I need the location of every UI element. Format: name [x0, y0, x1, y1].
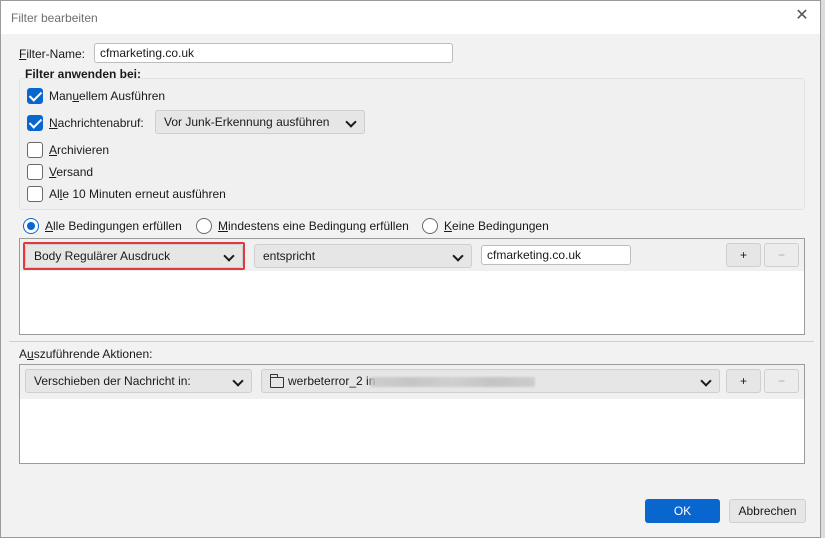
- match-any-label: Mindestens eine Bedingung erfüllen: [218, 219, 409, 233]
- action-type-value: Verschieben der Nachricht in:: [34, 374, 191, 388]
- manual-checkbox[interactable]: [27, 88, 43, 104]
- add-condition-button[interactable]: +: [726, 243, 761, 267]
- fetch-checkbox[interactable]: [27, 115, 43, 131]
- action-type-select[interactable]: Verschieben der Nachricht in:: [25, 369, 252, 393]
- periodic-label: Alle 10 Minuten erneut ausführen: [49, 187, 226, 201]
- match-all-label: Alle Bedingungen erfüllen: [45, 219, 182, 233]
- fetch-timing-select[interactable]: Vor Junk-Erkennung ausführen: [155, 110, 365, 134]
- action-target-select[interactable]: werbeterror_2 in: [261, 369, 720, 393]
- highlight-annotation: [23, 242, 245, 270]
- fetch-timing-value: Vor Junk-Erkennung ausführen: [164, 115, 330, 129]
- match-none-radio[interactable]: [422, 218, 438, 234]
- fetch-label: Nachrichtenabruf:: [49, 116, 144, 130]
- folder-icon: [270, 374, 284, 388]
- periodic-checkbox[interactable]: [27, 186, 43, 202]
- remove-action-button[interactable]: −: [764, 369, 799, 393]
- chevron-down-icon: [452, 250, 464, 262]
- filter-name-input[interactable]: cfmarketing.co.uk: [94, 43, 453, 63]
- condition-operator-select[interactable]: entspricht: [254, 244, 472, 268]
- chevron-down-icon: [232, 375, 244, 387]
- condition-value-input[interactable]: cfmarketing.co.uk: [481, 245, 631, 265]
- match-none-label: Keine Bedingungen: [444, 219, 549, 233]
- ok-button[interactable]: OK: [645, 499, 720, 523]
- match-all-radio[interactable]: [23, 218, 39, 234]
- filter-dialog: Filter bearbeiten ✕ Filter-Name: cfmarke…: [0, 0, 821, 538]
- send-label: Versand: [49, 165, 94, 179]
- actions-heading: Auszuführende Aktionen:: [19, 347, 153, 361]
- redacted-path: [370, 377, 535, 387]
- add-action-button[interactable]: +: [726, 369, 761, 393]
- archive-checkbox[interactable]: [27, 142, 43, 158]
- match-any-radio[interactable]: [196, 218, 212, 234]
- close-icon[interactable]: ✕: [792, 6, 812, 26]
- window-title: Filter bearbeiten: [11, 11, 98, 25]
- manual-label: Manuellem Ausführen: [49, 89, 166, 103]
- title-bar: Filter bearbeiten ✕: [1, 1, 820, 34]
- chevron-down-icon: [345, 116, 357, 128]
- filter-name-label: Filter-Name:: [19, 47, 86, 61]
- action-target-value: werbeterror_2 in: [288, 374, 376, 388]
- send-checkbox[interactable]: [27, 164, 43, 180]
- apply-heading: Filter anwenden bei:: [25, 67, 142, 81]
- remove-condition-button[interactable]: −: [764, 243, 799, 267]
- separator: [9, 341, 814, 342]
- cancel-button[interactable]: Abbrechen: [729, 499, 806, 523]
- chevron-down-icon: [700, 375, 712, 387]
- condition-operator-value: entspricht: [263, 249, 316, 263]
- archive-label: Archivieren: [49, 143, 110, 157]
